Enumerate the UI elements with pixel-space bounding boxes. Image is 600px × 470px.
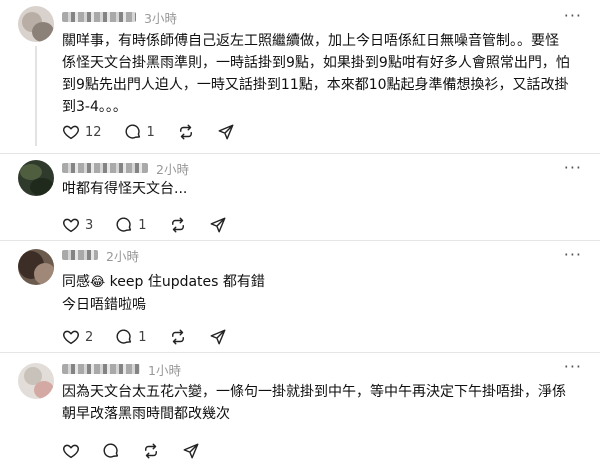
heart-icon [63, 218, 79, 233]
repost-icon [171, 329, 184, 345]
username-blurred[interactable] [62, 364, 140, 374]
post-text-line: 朝早改落黑雨時間都改幾次 [62, 406, 230, 422]
thread-line [35, 46, 37, 146]
action-bar: 12 1 [62, 122, 257, 142]
like-button[interactable]: 3 [62, 216, 93, 234]
post-text-line: 到9點先出門人迫人，一時又話掛到11點，本來都10點起身準備想換衫，又話改掛 [62, 77, 569, 93]
share-icon [183, 443, 199, 459]
action-bar: 3 1 [62, 215, 249, 235]
post-text-line: 關咩事，有時係師傅自己返左工照繼續做，加上今日唔係紅日無噪音管制。。要怪 [62, 33, 559, 49]
thread-feed: 3小時 ··· 關咩事，有時係師傅自己返左工照繼續做，加上今日唔係紅日無噪音管制… [0, 0, 600, 470]
like-button[interactable]: 2 [62, 328, 93, 346]
repost-icon [179, 124, 192, 140]
timestamp: 3小時 [144, 10, 177, 26]
share-button[interactable] [182, 442, 200, 460]
comment-icon [116, 329, 132, 344]
divider [0, 240, 600, 241]
username-blurred[interactable] [62, 163, 148, 173]
post-text: 同感😂 keep 住updates 都有錯 今日唔錯啦嗚 [62, 271, 587, 316]
comment-icon [116, 217, 132, 232]
share-icon [210, 329, 226, 345]
timestamp: 2小時 [156, 161, 189, 177]
repost-button[interactable] [142, 442, 160, 460]
more-options-icon[interactable]: ··· [564, 160, 582, 176]
like-count: 3 [85, 217, 94, 233]
post-header: 3小時 [62, 7, 177, 27]
repost-button[interactable] [169, 328, 187, 346]
reply-button[interactable]: 1 [115, 216, 147, 234]
heart-icon [63, 444, 79, 459]
repost-button[interactable] [169, 216, 187, 234]
timestamp: 2小時 [106, 248, 139, 264]
avatar[interactable] [18, 6, 54, 42]
avatar[interactable] [18, 363, 54, 399]
comment-icon [125, 124, 140, 139]
post-text: 因為天文台太五花六變，一條句一掛就掛到中午，等中午再決定下午掛唔掛，淨係 朝早改… [62, 381, 587, 425]
share-button[interactable] [209, 216, 227, 234]
post-text-line: 今日唔錯啦嗚 [62, 297, 146, 313]
laughing-emoji-icon: 😂 [90, 275, 106, 290]
repost-icon [171, 217, 184, 233]
more-options-icon[interactable]: ··· [564, 8, 582, 24]
share-icon [218, 124, 234, 140]
heart-icon [63, 330, 79, 345]
post-text-segment: keep 住updates 都有錯 [105, 274, 265, 290]
avatar[interactable] [18, 160, 54, 196]
username-blurred[interactable] [62, 250, 98, 260]
share-icon [210, 217, 226, 233]
repost-button[interactable] [177, 123, 195, 141]
more-options-icon[interactable]: ··· [564, 247, 582, 263]
action-bar: 2 1 [62, 327, 249, 347]
username-blurred[interactable] [62, 12, 136, 22]
reply-button[interactable]: 1 [124, 123, 155, 141]
like-count: 12 [85, 124, 102, 140]
post-text: 咁都有得怪天文台... [62, 178, 587, 200]
post-text: 關咩事，有時係師傅自己返左工照繼續做，加上今日唔係紅日無噪音管制。。要怪 係怪天… [62, 30, 587, 118]
post-text-line: 到3-4。。。 [62, 99, 127, 115]
post-text-line: 係怪天文台掛黑雨準則，一時話掛到9點，如果掛到9點咁有好多人會照常出門，怕 [62, 55, 570, 71]
reply-count: 1 [138, 217, 147, 233]
reply-count: 1 [138, 329, 147, 345]
like-button[interactable] [62, 442, 80, 460]
like-count: 2 [85, 329, 94, 345]
reply-button[interactable] [102, 442, 120, 460]
repost-icon [145, 443, 157, 459]
reply-count: 1 [146, 124, 155, 140]
more-options-icon[interactable]: ··· [564, 359, 582, 375]
post-header: 2小時 [62, 158, 189, 178]
like-button[interactable]: 12 [62, 123, 102, 141]
post-header: 2小時 [62, 245, 139, 265]
comment-icon [103, 443, 119, 458]
post-text-segment: 同感 [62, 274, 90, 290]
divider [0, 352, 600, 353]
timestamp: 1小時 [148, 362, 181, 378]
divider [0, 153, 600, 154]
post-text-line: 因為天文台太五花六變，一條句一掛就掛到中午，等中午再決定下午掛唔掛，淨係 [62, 384, 566, 400]
share-button[interactable] [217, 123, 235, 141]
avatar[interactable] [18, 249, 54, 285]
post-text-line: 同感😂 keep 住updates 都有錯 [62, 271, 587, 294]
post-header: 1小時 [62, 359, 181, 379]
post-text-line: 咁都有得怪天文台... [62, 181, 188, 197]
share-button[interactable] [209, 328, 227, 346]
heart-icon [63, 125, 79, 140]
action-bar [62, 441, 222, 461]
reply-button[interactable]: 1 [115, 328, 147, 346]
